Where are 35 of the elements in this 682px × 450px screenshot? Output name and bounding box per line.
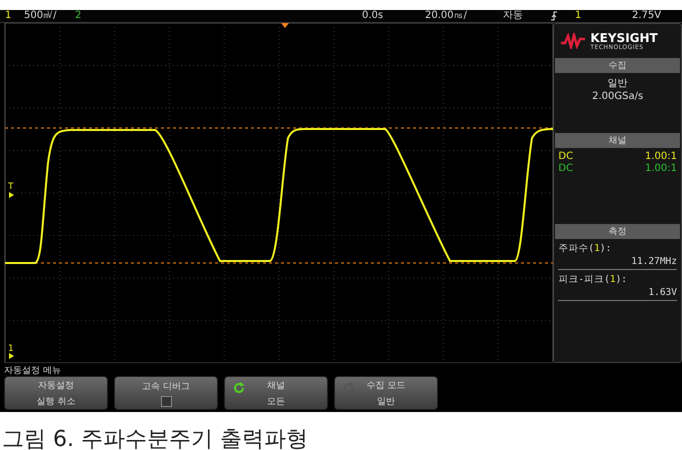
status-readout: 1 (5, 10, 12, 22)
acquisition-mode: 일반 (606, 77, 629, 90)
measurement-value: 1.63V (558, 287, 677, 301)
status-readout: 20.00㎱/ (425, 10, 467, 22)
logo-wave-icon (560, 33, 586, 49)
marker-arrow-icon (9, 353, 14, 359)
section-header: 측정 (555, 224, 680, 239)
measurement-label: 피크-피크(1): (558, 273, 628, 286)
marker-arrow-icon (9, 192, 14, 198)
status-readout: 500㎷/ (24, 10, 56, 22)
figure-caption: 그림 6. 주파수분주기 출력파형 (2, 426, 309, 450)
softkey[interactable]: 수집 모드 일반 (334, 376, 438, 410)
probe-ratio: 1.00:1 (645, 151, 677, 162)
trigger-marker: T (8, 182, 14, 192)
logo-name: KEYSIGHT (590, 32, 658, 44)
trigger-edge-icon (550, 11, 558, 21)
section-header: 채널 (555, 133, 680, 148)
section-header: 수집 (555, 58, 680, 73)
status-readout: 2 (75, 10, 82, 22)
channel-coupling: DC (558, 163, 574, 174)
checkbox[interactable] (160, 396, 172, 406)
softkey[interactable]: 채널 모든 (224, 376, 328, 410)
channel-coupling: DC (558, 151, 574, 162)
trigger-source: 1 (575, 10, 582, 22)
measurement-value: 11.27MHz (558, 256, 677, 270)
sample-rate: 2.00GSa/s (591, 91, 644, 102)
menu-title: 자동설정 메뉴 (4, 365, 62, 376)
measurement-label: 주파수(1): (558, 242, 612, 255)
channel-marker: 1 (8, 344, 14, 354)
status-readout: 0.0s (362, 10, 384, 22)
status-readout: 자동 (503, 10, 523, 22)
trigger-level: 2.75V (632, 10, 662, 22)
softkey[interactable]: 자동설정 실행 취소 (4, 376, 108, 410)
probe-ratio: 1.00:1 (645, 163, 677, 174)
softkey[interactable]: 고속 디버그 (114, 376, 218, 410)
